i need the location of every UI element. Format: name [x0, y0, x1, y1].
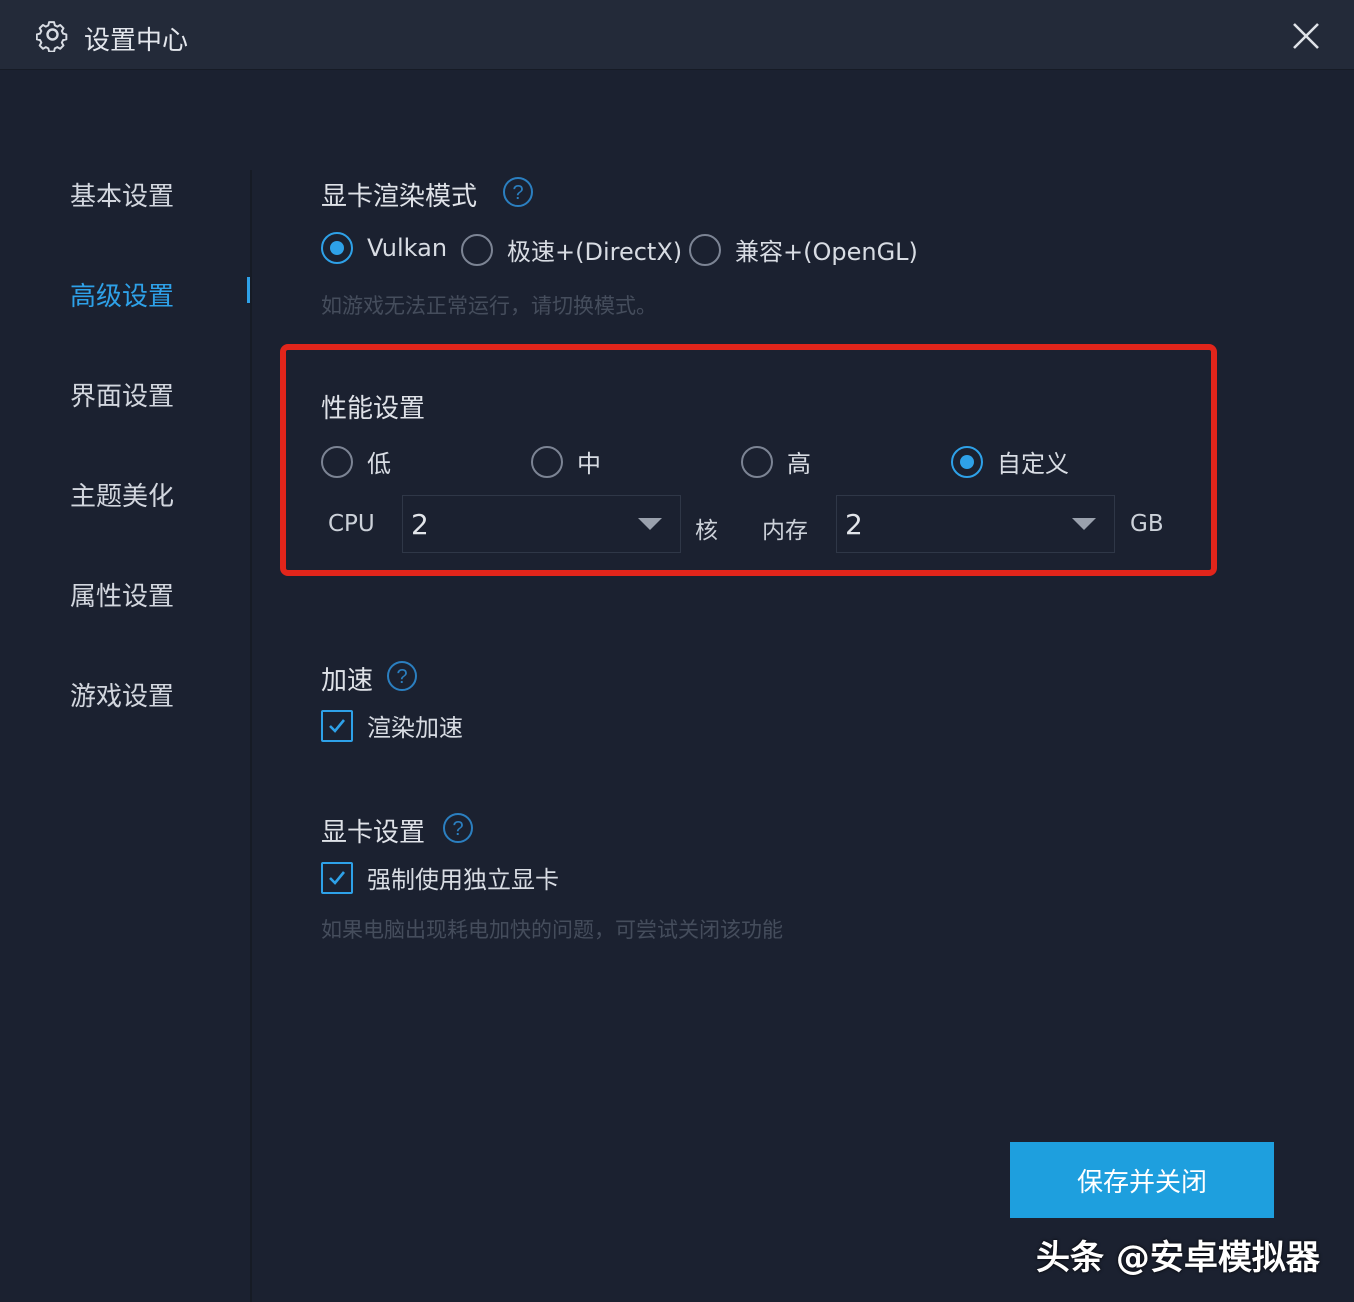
radio-label: 中	[577, 450, 601, 478]
sidebar-item-properties[interactable]: 属性设置	[70, 576, 174, 613]
radio-medium[interactable]: 中	[531, 444, 601, 479]
sidebar-item-basic[interactable]: 基本设置	[70, 176, 174, 213]
memory-value: 2	[845, 508, 863, 541]
checkbox-label: 强制使用独立显卡	[367, 866, 559, 894]
cpu-unit: 核	[695, 518, 718, 544]
radio-vulkan[interactable]: Vulkan	[321, 232, 447, 264]
radio-button[interactable]	[951, 445, 983, 478]
gpu-title: 显卡设置	[321, 818, 426, 848]
svg-text:?: ?	[396, 666, 407, 688]
checkbox[interactable]	[321, 861, 353, 894]
acceleration-title: 加速	[321, 666, 374, 696]
save-and-close-button[interactable]: 保存并关闭	[1010, 1142, 1274, 1218]
title-bar: 设置中心	[0, 0, 1354, 70]
memory-label: 内存	[762, 518, 808, 544]
watermark: 头条 @安卓模拟器	[1036, 1238, 1320, 1278]
radio-button[interactable]	[461, 233, 493, 266]
performance-title: 性能设置	[321, 394, 426, 424]
render-mode-hint: 如游戏无法正常运行，请切换模式。	[321, 294, 657, 318]
sidebar-item-theme[interactable]: 主题美化	[70, 476, 174, 513]
checkbox-label: 渲染加速	[367, 714, 463, 742]
memory-unit: GB	[1130, 511, 1164, 537]
gpu-hint: 如果电脑出现耗电加快的问题，可尝试关闭该功能	[321, 918, 783, 942]
memory-select[interactable]: 2	[836, 495, 1115, 553]
radio-label: 高	[787, 450, 811, 478]
svg-text:?: ?	[452, 818, 463, 840]
radio-label: 兼容+(OpenGL)	[735, 238, 918, 266]
help-icon[interactable]: ?	[386, 660, 418, 692]
sidebar-item-advanced[interactable]: 高级设置	[70, 276, 174, 313]
radio-button[interactable]	[321, 445, 353, 478]
radio-low[interactable]: 低	[321, 444, 391, 479]
sidebar-divider	[250, 170, 252, 1302]
radio-label: Vulkan	[367, 234, 448, 262]
chevron-down-icon	[638, 518, 662, 530]
radio-directx[interactable]: 极速+(DirectX)	[461, 232, 682, 267]
help-icon[interactable]: ?	[442, 812, 474, 844]
radio-button[interactable]	[741, 445, 773, 478]
radio-label: 自定义	[997, 450, 1069, 478]
radio-label: 低	[367, 450, 391, 478]
sidebar-item-game[interactable]: 游戏设置	[70, 676, 174, 713]
help-icon[interactable]: ?	[502, 176, 534, 208]
checkbox[interactable]	[321, 709, 353, 742]
cpu-select[interactable]: 2	[402, 495, 681, 553]
cpu-value: 2	[411, 508, 429, 541]
sidebar-item-interface[interactable]: 界面设置	[70, 376, 174, 413]
render-acceleration-checkbox[interactable]: 渲染加速	[321, 708, 463, 743]
gear-icon	[35, 18, 70, 53]
chevron-down-icon	[1072, 518, 1096, 530]
radio-button[interactable]	[321, 232, 353, 264]
cpu-label: CPU	[328, 511, 375, 537]
radio-label: 极速+(DirectX)	[507, 238, 683, 266]
svg-text:?: ?	[512, 182, 523, 204]
radio-button[interactable]	[531, 445, 563, 478]
radio-opengl[interactable]: 兼容+(OpenGL)	[689, 232, 918, 267]
force-discrete-gpu-checkbox[interactable]: 强制使用独立显卡	[321, 860, 559, 895]
radio-high[interactable]: 高	[741, 444, 811, 479]
render-mode-title: 显卡渲染模式	[321, 182, 478, 212]
radio-custom[interactable]: 自定义	[951, 444, 1069, 479]
window-title: 设置中心	[84, 26, 189, 56]
radio-button[interactable]	[689, 233, 721, 266]
close-icon[interactable]	[1288, 18, 1324, 54]
